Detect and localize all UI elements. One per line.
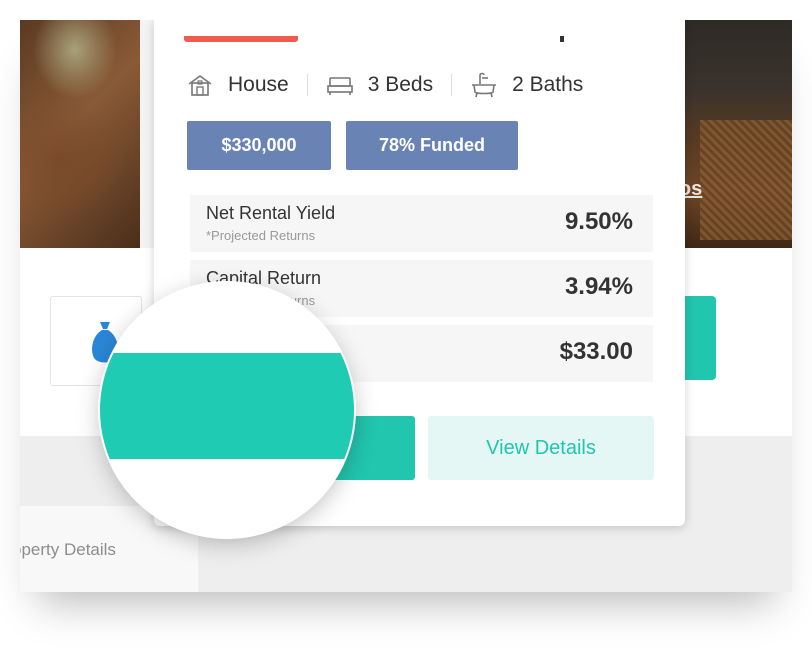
return-label: Net Rental Yield [206,203,336,223]
tab-property-details-label: operty Details [20,540,116,559]
photo-detail [700,120,792,240]
bed-icon [326,77,353,95]
view-details-button[interactable]: View Details [428,416,654,480]
funded-badge: 78% Funded [346,121,518,170]
buy-parts-label: Buy Parts [138,458,277,494]
status-tag [184,36,298,42]
return-value: 3.94% [564,273,633,300]
feature-divider [451,74,453,96]
feature-divider [306,74,308,96]
screenshot-frame: otos operty Details 3 House [20,20,792,592]
feature-type: House [186,73,289,97]
bathtub-icon [472,72,497,98]
house-icon [188,75,212,96]
return-value: $33.00 [559,338,633,365]
property-photo-left [20,20,140,248]
return-row-rental-yield: Net Rental Yield *Projected Returns 9.50… [190,195,653,252]
return-note: *Projected Returns [206,228,316,243]
buy-parts-button-magnified[interactable]: Buy Parts [100,353,354,494]
property-type: House [228,73,289,96]
title-fragment [560,36,564,42]
magnifier-lens: Buy Parts [100,283,354,537]
feature-baths: 2 Baths [470,72,583,98]
return-value: 9.50% [564,208,633,235]
feature-beds: 3 Beds [326,73,433,97]
baths-count: 2 Baths [512,73,584,96]
badge-row: $330,000 78% Funded [187,121,533,170]
beds-count: 3 Beds [367,73,434,96]
property-features: House 3 Beds 2 Baths [186,70,583,100]
price-badge: $330,000 [187,121,331,170]
